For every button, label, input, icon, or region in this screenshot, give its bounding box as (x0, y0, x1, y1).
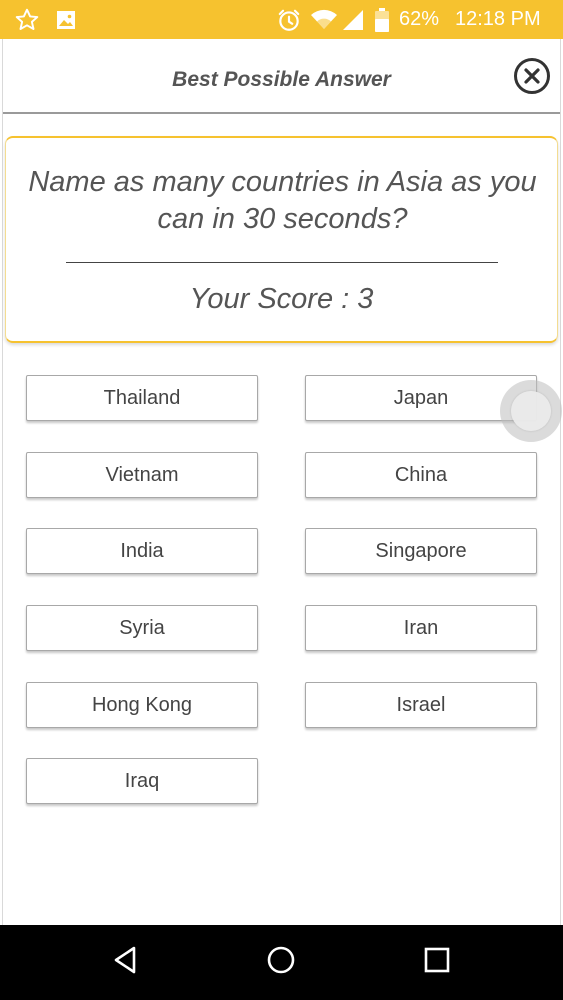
answer-button-hong-kong[interactable]: Hong Kong (26, 682, 258, 728)
answer-button-singapore[interactable]: Singapore (305, 528, 537, 574)
recents-icon (423, 946, 451, 979)
question-card: Name as many countries in Asia as you ca… (5, 136, 558, 343)
answer-button-india[interactable]: India (26, 528, 258, 574)
touch-indicator-center (511, 391, 551, 431)
home-button[interactable] (251, 925, 311, 1000)
back-button[interactable] (95, 925, 155, 1000)
recents-button[interactable] (407, 925, 467, 1000)
home-icon (266, 945, 296, 980)
star-icon (14, 0, 40, 39)
touch-indicator (500, 380, 562, 442)
answer-button-iraq[interactable]: Iraq (26, 758, 258, 804)
answer-button-vietnam[interactable]: Vietnam (26, 452, 258, 498)
signal-icon (341, 0, 365, 39)
question-text: Name as many countries in Asia as you ca… (28, 166, 537, 235)
back-icon (110, 945, 140, 980)
answer-button-china[interactable]: China (305, 452, 537, 498)
alarm-icon (276, 0, 302, 39)
page-title: Best Possible Answer (172, 68, 391, 91)
navigation-bar (0, 925, 563, 1000)
close-button[interactable] (514, 58, 550, 94)
wifi-icon (310, 0, 338, 39)
answer-button-thailand[interactable]: Thailand (26, 375, 258, 421)
battery-percent: 62% (399, 8, 440, 30)
image-icon (55, 0, 77, 39)
battery-icon (374, 0, 390, 39)
status-bar: 62% 12:18 PM (0, 0, 563, 39)
score-label: Your Score : 3 (189, 283, 374, 315)
card-divider (66, 262, 498, 263)
status-time: 12:18 PM (455, 8, 541, 30)
header-divider (3, 112, 560, 114)
answer-button-syria[interactable]: Syria (26, 605, 258, 651)
answer-button-iran[interactable]: Iran (305, 605, 537, 651)
answer-button-israel[interactable]: Israel (305, 682, 537, 728)
